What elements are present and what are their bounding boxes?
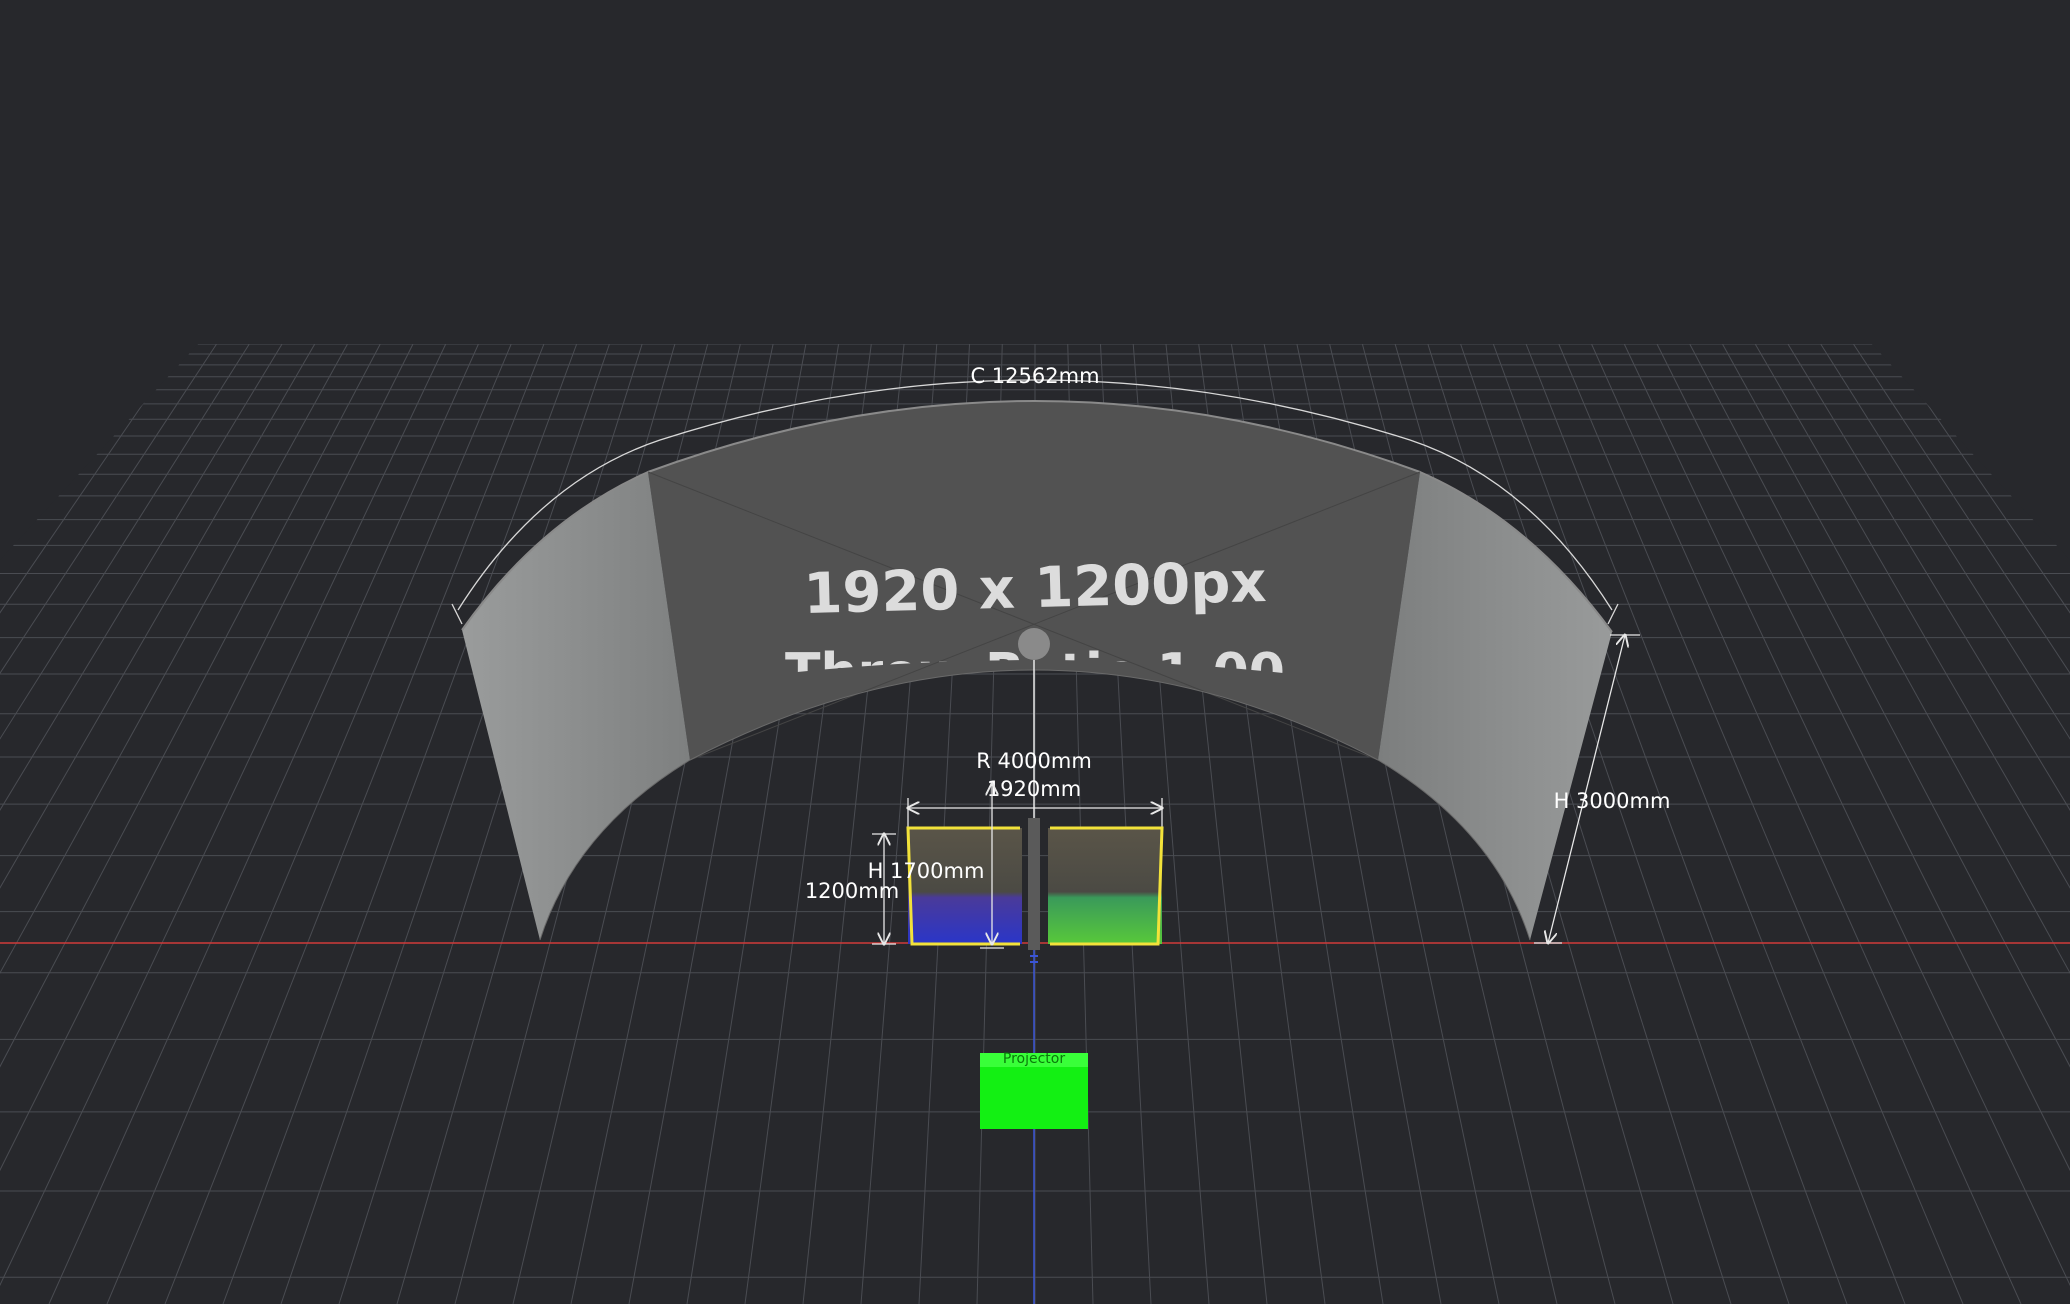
grid-line-radial xyxy=(106,343,512,1304)
pivot-handle[interactable] xyxy=(1018,628,1050,660)
sky-mask xyxy=(0,0,2070,344)
grid-edge-mask-left xyxy=(0,344,198,560)
display-panel[interactable]: 1920mm 1200mm H 1700mm xyxy=(805,777,1164,963)
radius-label: R 4000mm xyxy=(976,749,1092,773)
grid-line-radial xyxy=(0,343,447,1287)
circumference-label: C 12562mm xyxy=(970,364,1099,388)
screen-banner: 1920 x 1200px xyxy=(803,550,1268,627)
screen-right-wall xyxy=(1378,472,1612,940)
height-label: H 3000mm xyxy=(1554,789,1671,813)
grid-line-radial xyxy=(1623,343,2070,1287)
projector[interactable]: Projector xyxy=(980,1051,1088,1129)
projector-label: Projector xyxy=(1003,1051,1065,1067)
grid-line-radial xyxy=(48,343,479,1304)
scene-canvas[interactable]: 1920 x 1200px Throw Ratio 1.00 C 12562mm… xyxy=(0,0,2070,1304)
grid-line-radial xyxy=(1558,343,1964,1304)
resolution-label: 1920 x 1200px xyxy=(803,550,1268,627)
mount-height-label: H 1700mm xyxy=(868,859,985,883)
display-right-half xyxy=(1048,828,1162,944)
display-width-label: 1920mm xyxy=(987,777,1081,801)
grid-line-radial xyxy=(1591,343,2022,1304)
grid-line-radial xyxy=(164,343,545,1304)
screen-left-wall xyxy=(462,472,690,940)
display-stand xyxy=(1028,818,1040,950)
display-left-half xyxy=(908,828,1022,944)
grid-line-radial xyxy=(1525,343,1906,1304)
3d-viewport[interactable]: 1920 x 1200px Throw Ratio 1.00 C 12562mm… xyxy=(0,0,2070,1304)
